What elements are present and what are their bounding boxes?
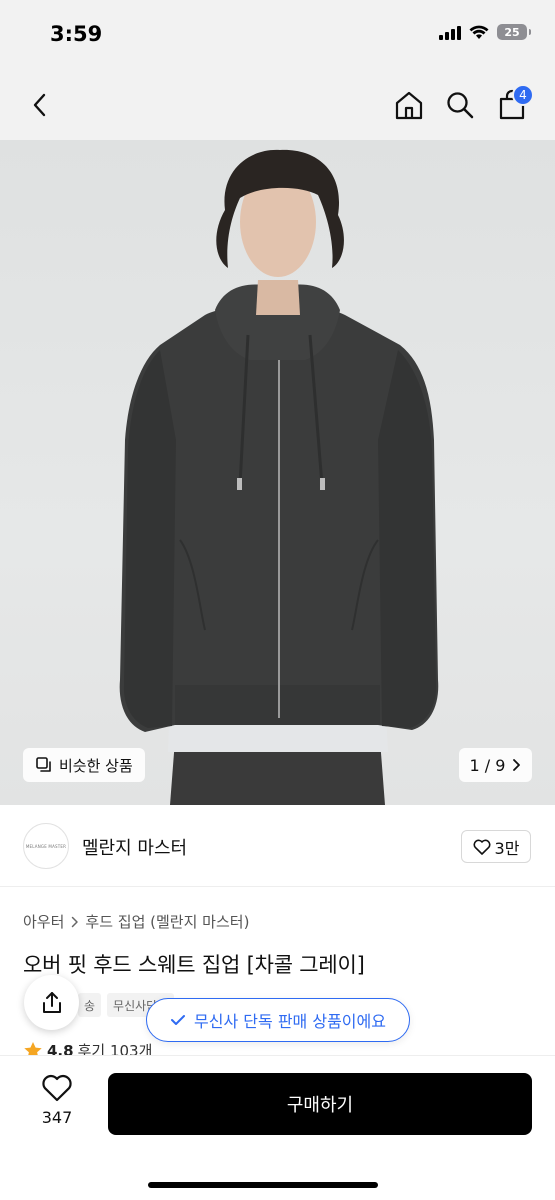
brand-logo[interactable]: MELANGE MASTER: [23, 823, 69, 869]
brand-like-count: 3만: [494, 838, 520, 858]
brand-name[interactable]: 멜란지 마스터: [82, 834, 187, 860]
search-button[interactable]: [442, 87, 478, 123]
copy-icon: [36, 757, 51, 772]
breadcrumb-subcategory[interactable]: 후드 집업 (멜란지 마스터): [85, 911, 249, 932]
heart-icon: [473, 839, 491, 855]
search-icon: [447, 92, 474, 119]
exclusive-toast: 무신사 단독 판매 상품이에요: [146, 998, 410, 1042]
product-photo: [119, 149, 439, 805]
nav-bar: 4: [0, 70, 555, 140]
image-counter-text: 1 / 9: [469, 755, 506, 775]
status-bar: 3:59 25: [0, 0, 555, 70]
heart-icon: [42, 1074, 72, 1102]
home-button[interactable]: [391, 87, 427, 123]
wifi-icon: [469, 25, 489, 39]
brand-row: MELANGE MASTER 멜란지 마스터 3만: [0, 805, 555, 887]
cart-button[interactable]: 4: [494, 84, 534, 123]
chevron-right-icon: [72, 916, 79, 927]
breadcrumb: 아우터 후드 집업 (멜란지 마스터): [23, 911, 249, 932]
back-button[interactable]: [22, 87, 58, 123]
signal-icon: [439, 24, 461, 40]
similar-products-label: 비슷한 상품: [59, 756, 133, 775]
check-icon: [171, 1015, 186, 1025]
buy-button[interactable]: 구매하기: [108, 1073, 532, 1135]
share-button[interactable]: [24, 975, 79, 1030]
bottom-action-bar: 347 구매하기: [0, 1055, 555, 1200]
tag-shipping: 송: [78, 993, 102, 1017]
product-title: 오버 핏 후드 스웨트 집업 [차콜 그레이]: [23, 953, 365, 977]
wishlist-count: 347: [41, 1108, 73, 1127]
similar-products-button[interactable]: 비슷한 상품: [23, 748, 145, 782]
chevron-right-icon: [513, 759, 521, 771]
brand-like-button[interactable]: 3만: [461, 830, 531, 863]
wishlist-button[interactable]: 347: [32, 1074, 82, 1127]
status-icons: 25: [439, 24, 531, 40]
exclusive-toast-text: 무신사 단독 판매 상품이에요: [194, 1012, 386, 1031]
breadcrumb-category[interactable]: 아우터: [23, 911, 64, 932]
cart-count-badge: 4: [512, 84, 534, 106]
home-indicator: [148, 1182, 378, 1188]
status-time: 3:59: [50, 22, 103, 46]
chevron-left-icon: [33, 93, 46, 117]
image-page-counter[interactable]: 1 / 9: [459, 748, 532, 782]
home-icon: [395, 91, 423, 120]
share-icon: [42, 991, 61, 1013]
brand-logo-text: MELANGE MASTER: [25, 843, 67, 849]
product-image[interactable]: 비슷한 상품 1 / 9: [0, 140, 555, 805]
battery-icon: 25: [497, 24, 531, 40]
